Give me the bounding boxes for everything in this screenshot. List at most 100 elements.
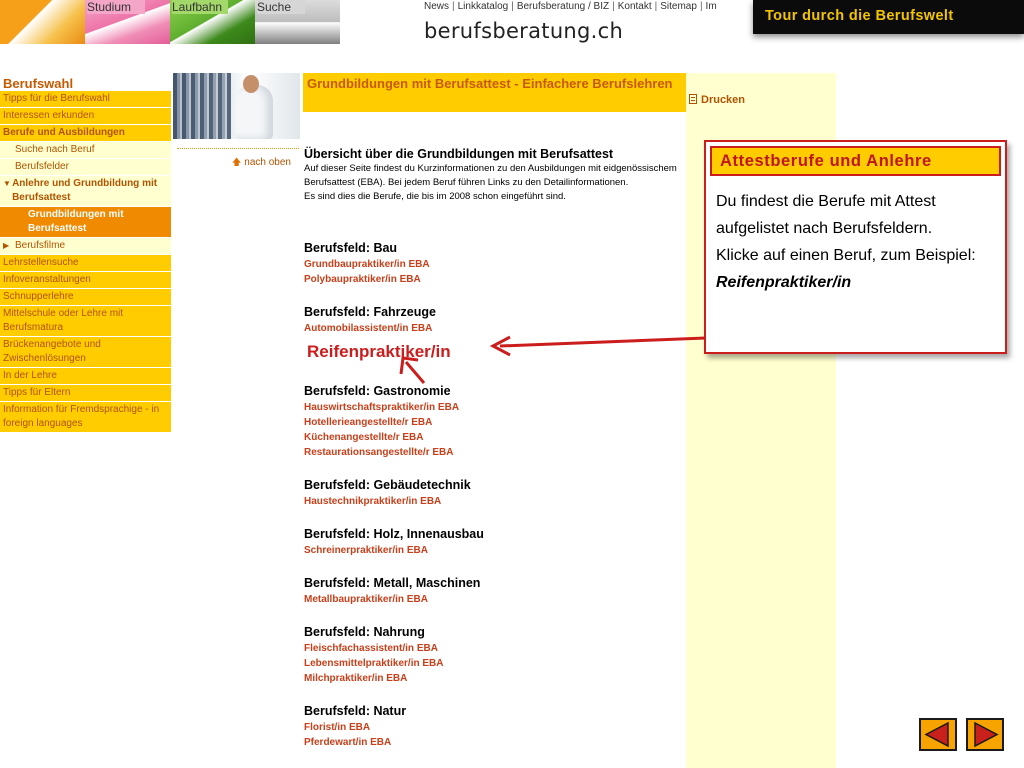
triangle-right-icon: [974, 721, 999, 748]
prev-slide-button[interactable]: [919, 718, 957, 751]
tab-laufbahn[interactable]: Laufbahn: [170, 0, 255, 44]
section-title: Berufsfeld: Fahrzeuge: [304, 305, 436, 319]
job-link[interactable]: Grundbaupraktiker/in EBA: [304, 257, 679, 272]
tab-studium[interactable]: Studium: [85, 0, 170, 44]
photo-head: [243, 75, 259, 93]
document-icon: [689, 94, 697, 104]
sidebar-title: Berufswahl: [3, 76, 74, 91]
section-fahrzeuge: Berufsfeld: Fahrzeuge Automobilassistent…: [304, 305, 679, 336]
overview-block: Übersicht über die Grundbildungen mit Be…: [304, 147, 679, 204]
section-gebaeudetechnik: Berufsfeld: Gebäudetechnik Haustechnikpr…: [304, 478, 679, 509]
sidebar-item-tipps-berufswahl[interactable]: Tipps für die Berufswahl: [0, 91, 171, 108]
callout-emphasis: Reifenpraktiker/in: [716, 274, 852, 291]
sidebar-item-label: Berufsfilme: [15, 240, 66, 251]
tour-banner: Tour durch die Berufswelt: [753, 0, 1024, 34]
print-link[interactable]: Drucken: [689, 94, 745, 106]
job-link[interactable]: Automobilassistent/in EBA: [304, 321, 679, 336]
sidebar-item-label: Anlehre und Grundbildung mit Berufsattes…: [12, 178, 158, 203]
job-link[interactable]: Schreinerpraktiker/in EBA: [304, 543, 679, 558]
photo-person: [235, 85, 273, 139]
job-link[interactable]: Fleischfachassistent/in EBA: [304, 641, 679, 656]
sidebar-item-anlehre[interactable]: ▼ Anlehre und Grundbildung mit Berufsatt…: [0, 176, 171, 207]
header-photo: [173, 73, 300, 139]
callout-text: Du findest die Berufe mit Attest aufgeli…: [716, 193, 936, 237]
sidebar-item-berufe-ausbildungen[interactable]: Berufe und Ausbildungen: [0, 125, 171, 142]
topnav-link-kontakt[interactable]: Kontakt: [618, 1, 652, 12]
section-title: Berufsfeld: Metall, Maschinen: [304, 576, 481, 590]
tab-suche[interactable]: Suche: [255, 0, 340, 44]
section-title: Berufsfeld: Gastronomie: [304, 384, 451, 398]
topnav-link-linkkatalog[interactable]: Linkkatalog: [458, 1, 509, 12]
sidebar-item-fremdsprachige[interactable]: Information für Fremdsprachige - in fore…: [0, 402, 171, 433]
topnav-link-berufsberatung[interactable]: Berufsberatung / BIZ: [517, 1, 609, 12]
tab-label: Studium: [87, 0, 146, 14]
topnav-link-sitemap[interactable]: Sitemap: [660, 1, 697, 12]
sidebar-item-infoveranstaltungen[interactable]: Infoveranstaltungen: [0, 272, 171, 289]
overview-paragraph: Es sind dies die Berufe, die bis im 2008…: [304, 191, 566, 202]
sidebar-item-in-der-lehre[interactable]: In der Lehre: [0, 368, 171, 385]
sidebar-item-brueckenangebote[interactable]: Brückenangebote und Zwischenlösungen: [0, 337, 171, 368]
topnav-separator: |: [612, 1, 615, 12]
section-metall: Berufsfeld: Metall, Maschinen Metallbaup…: [304, 576, 679, 607]
sidebar-item-interessen[interactable]: Interessen erkunden: [0, 108, 171, 125]
job-link[interactable]: Restaurationsangestellte/r EBA: [304, 445, 679, 460]
overview-paragraph: Auf dieser Seite findest du Kurzinformat…: [304, 163, 677, 188]
section-bau: Berufsfeld: Bau Grundbaupraktiker/in EBA…: [304, 241, 679, 287]
sidebar-item-berufsfelder[interactable]: Berufsfelder: [0, 159, 171, 176]
section-title: Berufsfeld: Holz, Innenausbau: [304, 527, 484, 541]
overview-text: Auf dieser Seite findest du Kurzinformat…: [304, 162, 679, 204]
section-title: Berufsfeld: Bau: [304, 241, 398, 255]
topnav-separator: |: [699, 1, 703, 12]
job-link[interactable]: Hauswirtschaftspraktiker/in EBA: [304, 400, 679, 415]
callout-box: Attestberufe und Anlehre Du findest die …: [704, 140, 1007, 354]
overview-title: Übersicht über die Grundbildungen mit Be…: [304, 147, 614, 161]
dotted-divider: [177, 148, 299, 149]
job-link[interactable]: Metallbaupraktiker/in EBA: [304, 592, 679, 607]
job-link[interactable]: Haustechnikpraktiker/in EBA: [304, 494, 679, 509]
triangle-down-icon: ▼: [3, 179, 11, 188]
photo-shelf: [173, 73, 231, 139]
section-natur: Berufsfeld: Natur Florist/in EBA Pferdew…: [304, 704, 679, 750]
topnav-separator: |: [654, 1, 658, 12]
section-nahrung: Berufsfeld: Nahrung Fleischfachassistent…: [304, 625, 679, 686]
sidebar-item-lehrstellensuche[interactable]: Lehrstellensuche: [0, 255, 171, 272]
section-title: Berufsfeld: Nahrung: [304, 625, 425, 639]
sidebar-item-mittelschule[interactable]: Mittelschule oder Lehre mit Berufsmatura: [0, 306, 171, 337]
sidebar-item-grundbildungen-current[interactable]: Grundbildungen mit Berufsattest: [0, 207, 171, 238]
print-label: Drucken: [701, 94, 746, 106]
job-link[interactable]: Lebensmittelpraktiker/in EBA: [304, 656, 679, 671]
back-to-top-label: nach oben: [244, 157, 291, 168]
sidebar-item-suche-nach-beruf[interactable]: Suche nach Beruf: [0, 142, 171, 159]
callout-body: Du findest die Berufe mit Attest aufgeli…: [706, 180, 1005, 296]
job-link[interactable]: Milchpraktiker/in EBA: [304, 671, 679, 686]
back-to-top-link[interactable]: 🡅 nach oben: [232, 155, 291, 171]
annotation-label: Reifenpraktiker/in: [307, 342, 451, 361]
top-navigation: News | Linkkatalog | Berufsberatung / BIZ | Ko…: [424, 1, 717, 12]
sidebar-item-schnupperlehre[interactable]: Schnupperlehre: [0, 289, 171, 306]
next-slide-button[interactable]: [966, 718, 1004, 751]
job-link[interactable]: Hotellerieangestellte/r EBA: [304, 415, 679, 430]
tab-label: Laufbahn: [172, 0, 229, 14]
section-title: Berufsfeld: Gebäudetechnik: [304, 478, 471, 492]
job-link[interactable]: Florist/in EBA: [304, 720, 679, 735]
site-logo-title[interactable]: berufsberatung.ch: [424, 19, 623, 43]
triangle-left-icon: [924, 721, 949, 748]
job-link[interactable]: Küchenangestellte/r EBA: [304, 430, 679, 445]
sidebar-nav: Berufswahl Tipps für die Berufswahl Inte…: [0, 73, 171, 433]
section-holz: Berufsfeld: Holz, Innenausbau Schreinerp…: [304, 527, 679, 558]
page-title: Grundbildungen mit Berufsattest - Einfac…: [303, 73, 686, 112]
topnav-separator: |: [452, 1, 455, 12]
home-tab-tile[interactable]: [0, 0, 85, 44]
topnav-link-news[interactable]: News: [424, 1, 449, 12]
section-gastronomie: Berufsfeld: Gastronomie Hauswirtschaftsp…: [304, 384, 679, 460]
tab-label: Suche: [257, 0, 306, 14]
sidebar-item-tipps-eltern[interactable]: Tipps für Eltern: [0, 385, 171, 402]
topnav-link-impressum[interactable]: Im: [706, 1, 717, 12]
triangle-right-icon: ▶: [3, 241, 10, 250]
main-content: Grundbildungen mit Berufsattest - Einfac…: [303, 73, 686, 748]
job-link[interactable]: Polybaupraktiker/in EBA: [304, 272, 679, 287]
job-link[interactable]: Pferdewart/in EBA: [304, 735, 679, 750]
sidebar-item-berufsfilme[interactable]: ▶ Berufsfilme: [0, 238, 171, 255]
callout-text: Klicke auf einen Beruf, zum Beispiel:: [716, 247, 976, 264]
arrow-left-icon: [489, 335, 707, 357]
